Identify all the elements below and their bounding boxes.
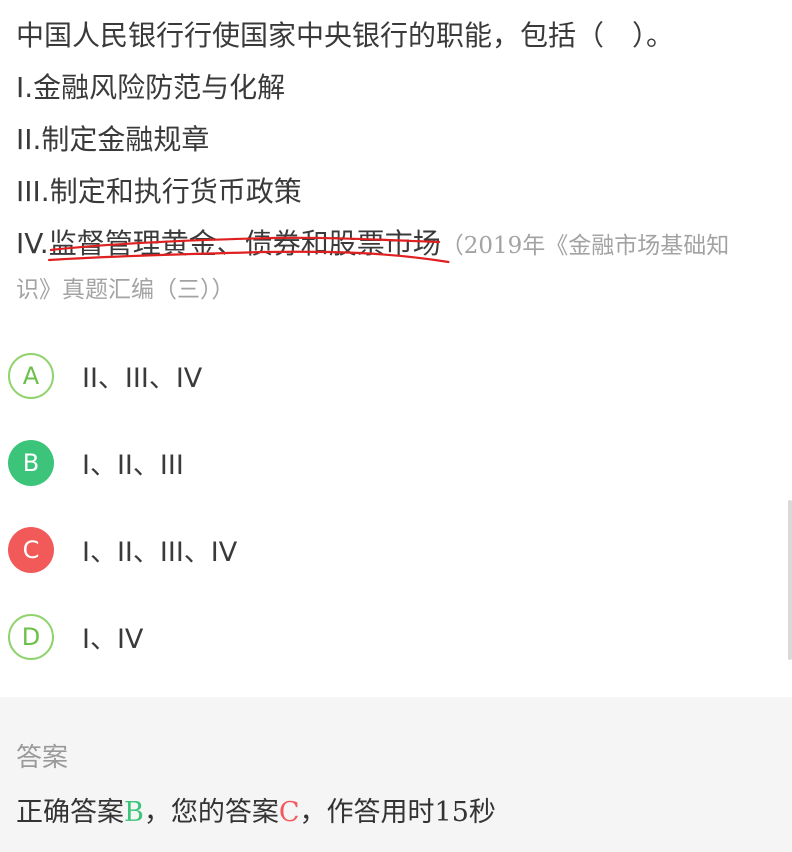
- statement-prefix: III.: [16, 175, 50, 208]
- option-letter-badge: B: [8, 439, 54, 486]
- statement-text: 制定金融规章: [41, 123, 210, 156]
- annotated-text: 监督管理黄金、债券和股票市场: [47, 218, 450, 270]
- time-label: 作答用时: [326, 797, 435, 828]
- statement-prefix: IV.: [16, 227, 49, 260]
- option-b[interactable]: B I、II、III: [8, 419, 784, 506]
- statement-prefix: I.: [16, 71, 34, 104]
- option-a[interactable]: A II、III、IV: [8, 332, 784, 419]
- option-text: I、IV: [82, 624, 144, 655]
- answer-summary: 正确答案B，您的答案C，作答用时15秒: [16, 790, 496, 829]
- option-d[interactable]: D I、IV: [8, 593, 784, 680]
- your-answer-value: C: [278, 797, 300, 828]
- scrollbar[interactable]: [788, 500, 792, 660]
- statement-text: 制定和执行货币政策: [49, 175, 302, 208]
- question-stem: 中国人民银行行使国家中央银行的职能，包括（ ）。: [16, 19, 675, 52]
- statement-text: 监督管理黄金、债券和股票市场: [48, 227, 441, 260]
- answer-panel: 答案 正确答案B，您的答案C，作答用时15秒: [0, 697, 792, 852]
- separator: ，: [143, 797, 171, 828]
- option-letter-badge: C: [8, 526, 54, 573]
- option-c[interactable]: C I、II、III、IV: [8, 506, 784, 593]
- statement-prefix: II.: [16, 123, 42, 156]
- options-list: A II、III、IV B I、II、III C I、II、III、IV D I…: [8, 332, 784, 680]
- option-text: I、II、III、IV: [82, 537, 238, 568]
- statement-text: 金融风险防范与化解: [33, 71, 286, 104]
- statement-2: II.制定金融规章: [16, 114, 782, 166]
- separator: ，: [299, 797, 327, 828]
- option-letter-badge: D: [8, 613, 54, 660]
- time-value: 15秒: [434, 797, 496, 828]
- question-block: 中国人民银行行使国家中央银行的职能，包括（ ）。 I.金融风险防范与化解 II.…: [16, 10, 782, 312]
- correct-answer-label: 正确答案: [16, 797, 124, 828]
- option-text: II、III、IV: [82, 363, 203, 394]
- option-text: I、II、III: [82, 450, 184, 481]
- answer-title: 答案: [16, 743, 69, 773]
- correct-answer-value: B: [124, 797, 144, 828]
- your-answer-label: 您的答案: [170, 797, 279, 828]
- option-letter-badge: A: [8, 352, 54, 399]
- question-source: （2019年《金融市场基础知: [440, 233, 730, 259]
- question-source-cont: 识》真题汇编（三））: [16, 277, 235, 303]
- statement-4: IV.监督管理黄金、债券和股票市场 （2019年《金融市场基础知: [16, 218, 782, 272]
- statement-3: III.制定和执行货币政策: [16, 166, 782, 218]
- statement-1: I.金融风险防范与化解: [16, 62, 782, 114]
